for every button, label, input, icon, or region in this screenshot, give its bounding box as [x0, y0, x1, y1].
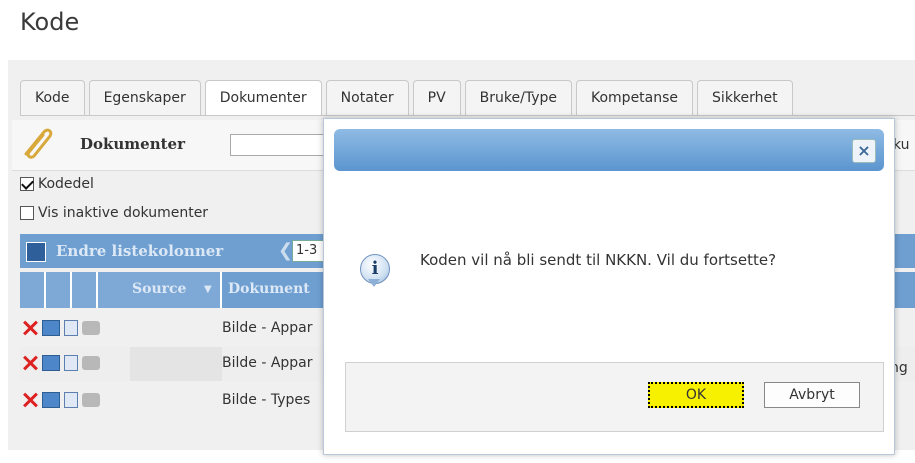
documents-label: Dokumenter: [80, 135, 186, 153]
print-icon[interactable]: [82, 393, 100, 407]
documents-search-input[interactable]: [230, 134, 332, 156]
row-document-text[interactable]: Bilde - Types: [222, 392, 310, 408]
header-cell: [20, 272, 46, 308]
tab-kode[interactable]: Kode: [20, 80, 85, 115]
edit-icon[interactable]: [42, 320, 60, 336]
source-cell: [130, 347, 222, 381]
header-document-label[interactable]: Dokument: [228, 281, 310, 297]
inactive-label: Vis inaktive dokumenter: [38, 205, 209, 221]
dialog-footer: OK Avbryt: [345, 362, 884, 432]
document-icon[interactable]: [64, 392, 78, 408]
confirm-dialog: × i Koden vil nå bli sendt til NKKN. Vil…: [323, 118, 895, 455]
kodedel-label: Kodedel: [38, 176, 94, 192]
tab-kompetanse[interactable]: Kompetanse: [576, 80, 694, 115]
page-title: Kode: [20, 8, 80, 36]
tab-notater[interactable]: Notater: [325, 80, 409, 115]
toolbar-truncated-text: ku: [893, 137, 910, 153]
edit-icon[interactable]: [42, 392, 60, 408]
kodedel-filter[interactable]: Kodedel: [20, 176, 94, 192]
print-icon[interactable]: [82, 356, 100, 370]
sort-down-icon[interactable]: ▼: [204, 284, 212, 295]
cancel-button[interactable]: Avbryt: [764, 382, 860, 408]
row-document-text[interactable]: Bilde - Appar: [222, 320, 313, 336]
tab-bruke-type[interactable]: Bruke/Type: [464, 80, 572, 115]
chevron-left-icon[interactable]: ❮: [278, 240, 293, 261]
tab-bar: Kode Egenskaper Dokumenter Notater PV Br…: [20, 80, 793, 116]
tab-dokumenter[interactable]: Dokumenter: [204, 80, 322, 116]
tab-pv[interactable]: PV: [412, 80, 461, 115]
tab-egenskaper[interactable]: Egenskaper: [88, 80, 201, 115]
inactive-filter[interactable]: Vis inaktive dokumenter: [20, 205, 208, 221]
row-document-text[interactable]: Bilde - Appar: [222, 355, 313, 371]
document-icon[interactable]: [64, 320, 78, 336]
header-cell: [46, 272, 72, 308]
edit-columns-icon[interactable]: [26, 242, 46, 262]
header-cell: [72, 272, 98, 308]
delete-icon[interactable]: [22, 392, 38, 408]
header-source[interactable]: Source ▼: [98, 272, 222, 308]
tab-sikkerhet[interactable]: Sikkerhet: [697, 80, 793, 115]
tab-divider: [20, 115, 915, 116]
inactive-checkbox[interactable]: [20, 206, 34, 220]
paperclip-icon: [24, 128, 53, 159]
dialog-message: Koden vil nå bli sendt til NKKN. Vil du …: [420, 251, 777, 269]
ok-button[interactable]: OK: [648, 382, 744, 408]
close-icon[interactable]: ×: [852, 139, 876, 163]
delete-icon[interactable]: [22, 355, 38, 371]
dialog-header[interactable]: ×: [334, 129, 884, 171]
print-icon[interactable]: [82, 321, 100, 335]
kodedel-checkbox[interactable]: [20, 177, 34, 191]
info-icon-tail: [368, 279, 380, 287]
document-icon[interactable]: [64, 355, 78, 371]
edit-icon[interactable]: [42, 355, 60, 371]
header-source-label: Source: [132, 281, 187, 297]
delete-icon[interactable]: [22, 320, 38, 336]
edit-columns-link[interactable]: Endre listekolonner: [56, 242, 223, 260]
